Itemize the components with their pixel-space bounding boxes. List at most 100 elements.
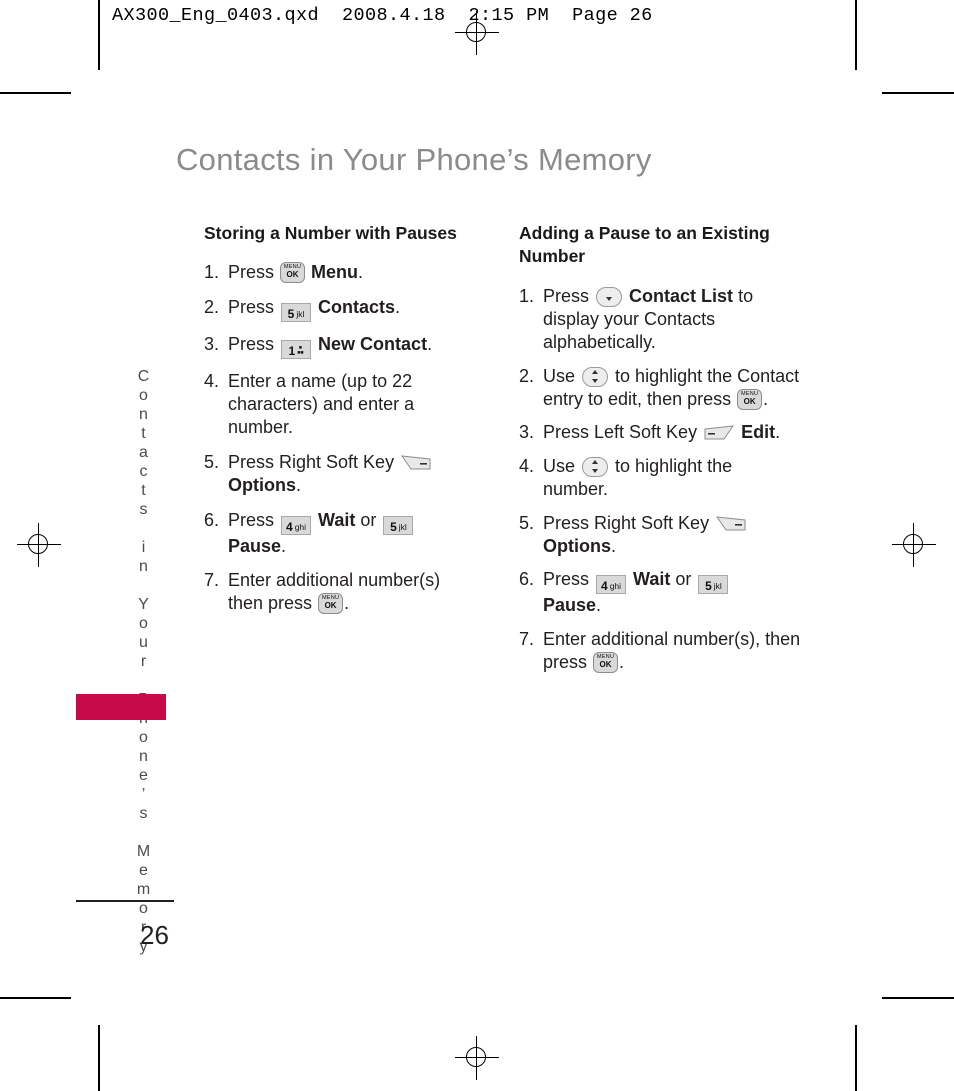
- step-number: 2.: [204, 296, 220, 317]
- step-punct: .: [596, 595, 602, 616]
- nav-updown-key-icon: [582, 456, 609, 477]
- folio-rule: [76, 900, 174, 902]
- side-tab-label: Contacts in Your Phone’s Memory: [135, 368, 152, 957]
- list-item: 4. Use to highlight the number.: [519, 455, 801, 502]
- list-item: 6. Press 4 ghi Wait or 5 jkl Pause.: [204, 509, 472, 558]
- crop-mark-top-left-vertical: [98, 0, 100, 70]
- keypad-letters: ghi: [609, 581, 622, 592]
- list-item: 4. Enter a name (up to 22 characters) an…: [204, 370, 472, 440]
- menu-ok-key-icon: MENU OK: [737, 389, 763, 411]
- step-text: Enter additional number(s), then press: [543, 628, 801, 673]
- step-emphasis: Options: [543, 536, 611, 557]
- left-soft-key-icon: [704, 424, 735, 441]
- menu-ok-key-icon: MENU OK: [593, 652, 619, 674]
- step-punct: .: [395, 296, 401, 317]
- step-number: 6.: [204, 509, 220, 530]
- keypad-digit: 1: [288, 343, 296, 358]
- crop-mark-bottom-right-vertical: [855, 1025, 857, 1091]
- keypad-4-ghi-icon: 4 ghi: [281, 515, 312, 535]
- step-text: Press: [228, 333, 275, 354]
- step-number: 1.: [519, 285, 535, 306]
- left-column: Storing a Number with Pauses 1. Press ME…: [204, 222, 472, 627]
- keypad-digit: 5: [390, 519, 397, 534]
- step-emphasis: Options: [228, 475, 296, 496]
- list-item: 1. Press Contact List to display your Co…: [519, 285, 801, 355]
- keypad-letters: jkl: [398, 521, 407, 532]
- crop-mark-bottom-right-horizontal: [882, 997, 954, 999]
- registration-mark-right-middle: [892, 523, 936, 567]
- step-number: 5.: [204, 451, 220, 472]
- step-emphasis: Pause: [543, 595, 597, 616]
- step-punct: .: [763, 389, 769, 410]
- keypad-letters: ghi: [294, 521, 307, 532]
- keypad-digit: 4: [286, 519, 293, 534]
- crop-mark-bottom-left-vertical: [98, 1025, 100, 1091]
- crop-mark-bottom-left-horizontal: [0, 997, 71, 999]
- right-column: Adding a Pause to an Existing Number 1. …: [519, 222, 801, 685]
- keypad-5-jkl-icon: 5 jkl: [281, 302, 312, 322]
- right-column-steps: 1. Press Contact List to display your Co…: [519, 285, 801, 675]
- keypad-4-ghi-icon: 4 ghi: [596, 575, 627, 595]
- file-slug: AX300_Eng_0403.qxd 2008.4.18 2:15 PM Pag…: [112, 5, 653, 26]
- page-number: 26: [140, 920, 169, 950]
- step-text: Press: [228, 509, 275, 530]
- menu-ok-key-icon: MENU OK: [318, 593, 344, 615]
- registration-mark-left-middle: [17, 523, 61, 567]
- list-item: 3. Press 1 ■ ■■ New Contact.: [204, 333, 472, 359]
- step-text: Press Right Soft Key: [543, 512, 710, 533]
- step-text: Press: [228, 262, 275, 283]
- list-item: 1. Press MENU OK Menu.: [204, 261, 472, 284]
- step-number: 2.: [519, 365, 535, 386]
- step-text: Enter a name (up to 22 characters) and e…: [228, 370, 415, 438]
- list-item: 2. Press 5 jkl Contacts.: [204, 296, 472, 322]
- step-emphasis: Contacts: [318, 296, 396, 317]
- step-number: 3.: [204, 333, 220, 354]
- keypad-symbol: ■ ■■: [297, 345, 304, 356]
- step-conjunction: or: [675, 569, 692, 590]
- step-number: 3.: [519, 422, 535, 443]
- page-root: { "slug": "AX300_Eng_0403.qxd 2008.4.18 …: [0, 0, 954, 1091]
- step-punct: .: [281, 535, 287, 556]
- step-emphasis: Contact List: [629, 285, 734, 306]
- step-number: 5.: [519, 512, 535, 533]
- page-title: Contacts in Your Phone’s Memory: [176, 142, 652, 177]
- step-text: Press Left Soft Key: [543, 422, 698, 443]
- step-number: 4.: [204, 370, 220, 391]
- nav-down-key-icon: [596, 286, 623, 307]
- keypad-letters: jkl: [296, 308, 305, 319]
- step-punct: .: [775, 422, 781, 443]
- nav-updown-key-icon: [582, 366, 609, 387]
- keypad-1-icon: 1 ■ ■■: [281, 339, 312, 359]
- list-item: 6. Press 4 ghi Wait or 5 jkl Pause.: [519, 568, 801, 617]
- registration-mark-bottom-center: [455, 1036, 499, 1080]
- step-emphasis: Wait: [318, 509, 356, 530]
- list-item: 3. Press Left Soft Key Edit.: [519, 421, 801, 444]
- crop-mark-top-right-vertical: [855, 0, 857, 70]
- step-number: 4.: [519, 455, 535, 476]
- keypad-digit: 4: [601, 579, 608, 594]
- step-number: 7.: [204, 570, 220, 590]
- left-column-heading: Storing a Number with Pauses: [204, 223, 457, 243]
- step-text: Use: [543, 365, 576, 386]
- step-text: Press Right Soft Key: [228, 451, 395, 472]
- step-number: 7.: [519, 628, 535, 649]
- list-item: 5. Press Right Soft Key Options.: [519, 512, 801, 559]
- step-number: 6.: [519, 569, 535, 590]
- side-tab-accent-bar: [76, 694, 166, 720]
- step-emphasis: Menu: [311, 262, 359, 283]
- step-punct: .: [619, 652, 625, 673]
- keypad-5-jkl-icon: 5 jkl: [383, 515, 414, 535]
- step-emphasis: Wait: [633, 569, 671, 590]
- step-punct: .: [344, 593, 350, 614]
- step-text: Use: [543, 455, 576, 476]
- list-item: 2. Use to highlight the Contact entry to…: [519, 365, 801, 412]
- step-text: Press: [228, 296, 275, 317]
- crop-mark-top-left-horizontal: [0, 92, 71, 94]
- keypad-5-jkl-icon: 5 jkl: [698, 575, 729, 595]
- step-conjunction: or: [360, 509, 377, 530]
- crop-mark-top-right-horizontal: [882, 92, 954, 94]
- right-column-heading: Adding a Pause to an Existing Number: [519, 223, 770, 267]
- left-column-steps: 1. Press MENU OK Menu. 2. Press 5 jkl Cont…: [204, 261, 472, 616]
- step-emphasis: Edit: [741, 422, 776, 443]
- list-item: 7. Enter additional number(s), then pres…: [519, 628, 801, 675]
